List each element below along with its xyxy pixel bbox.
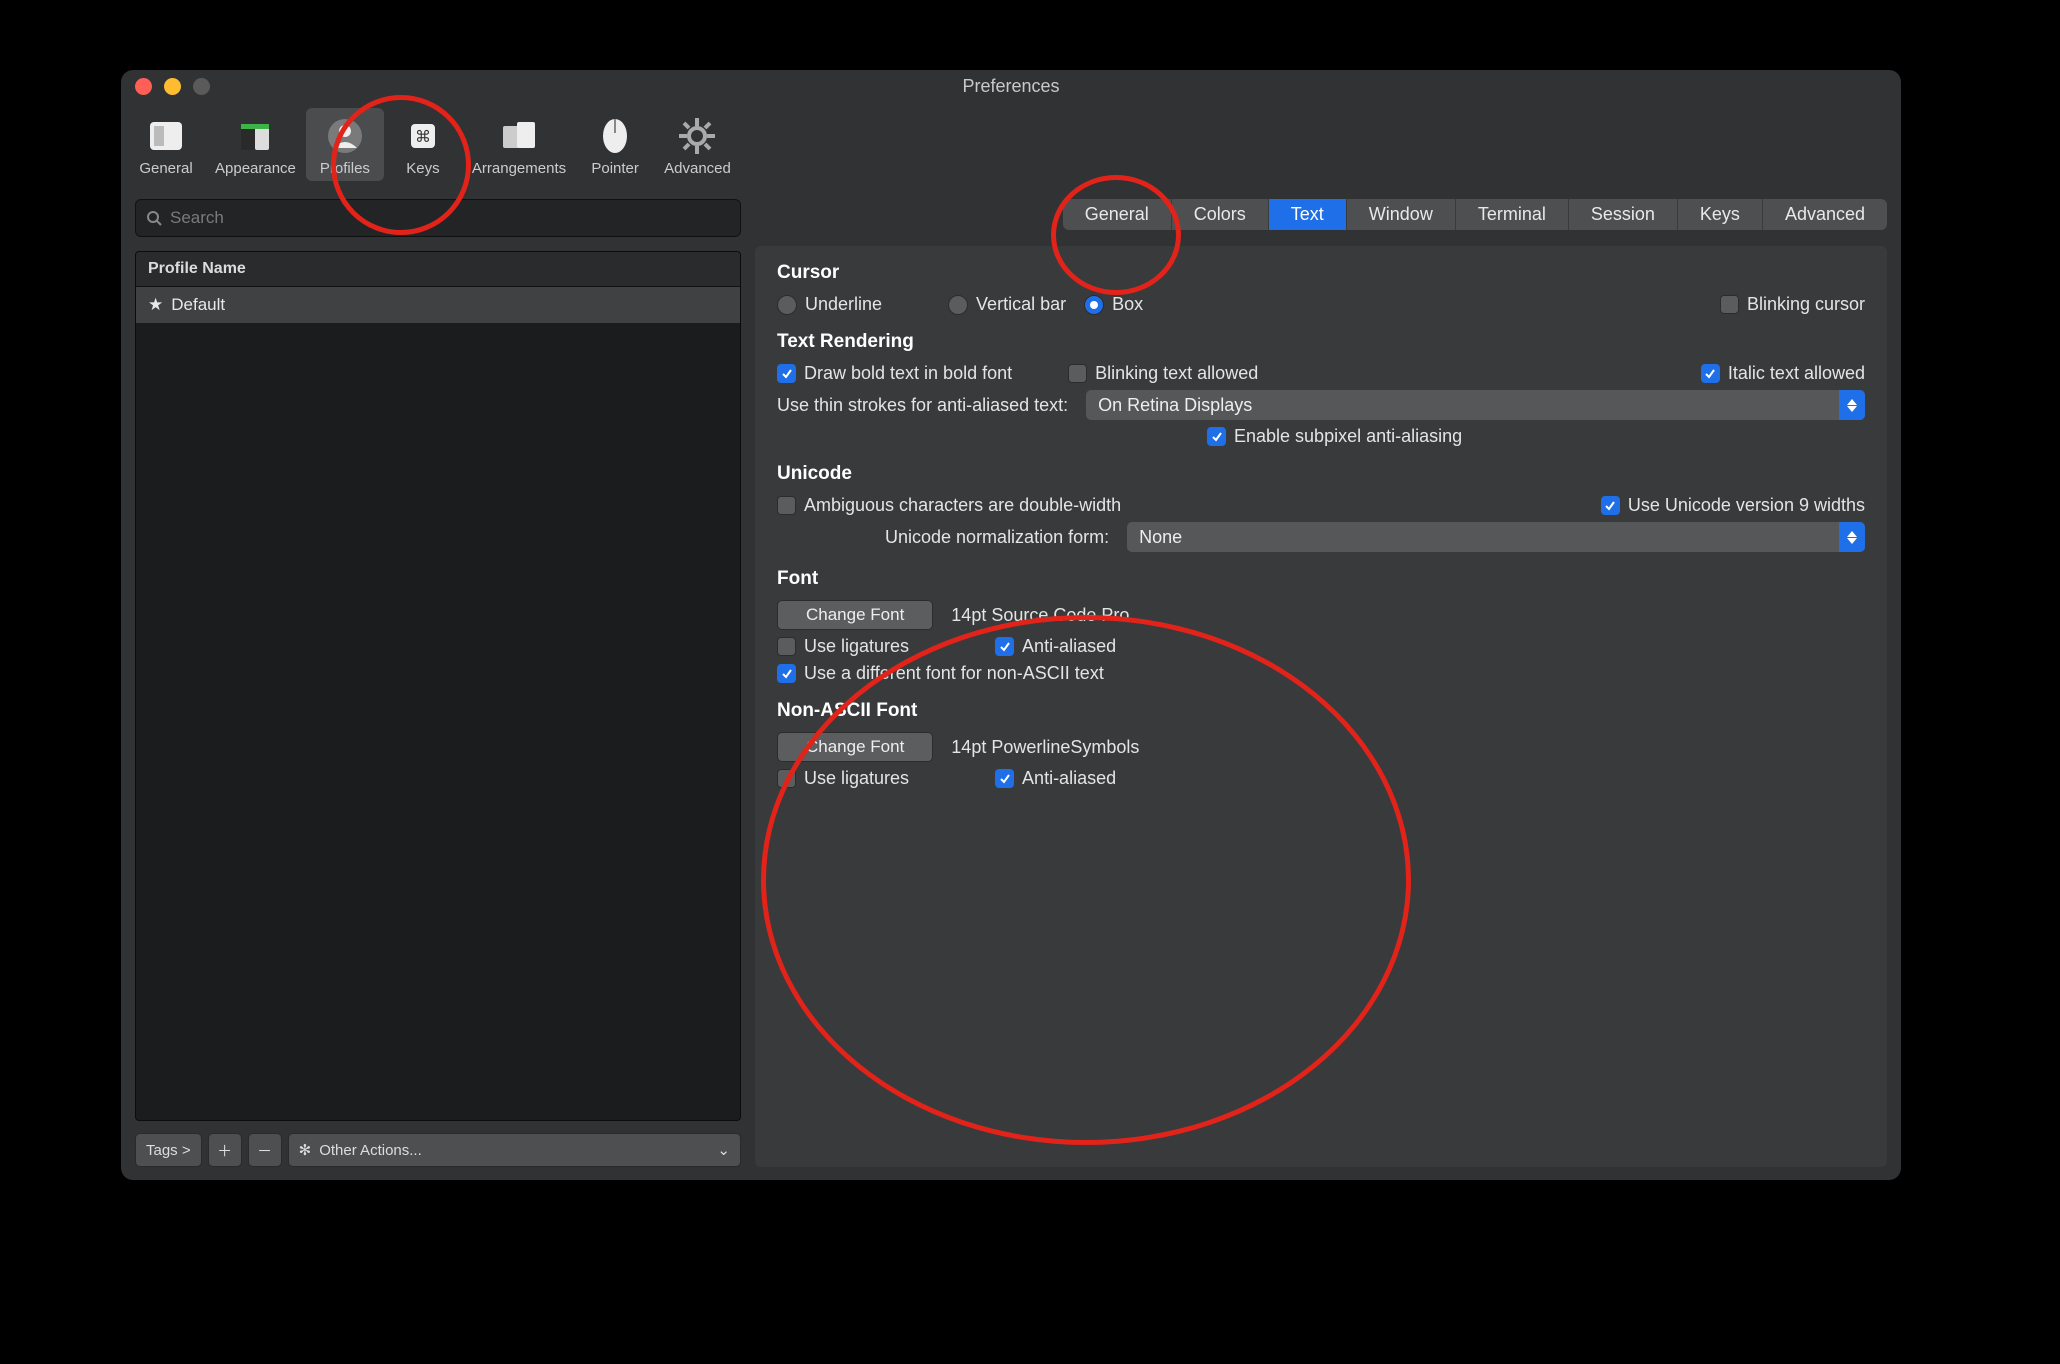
toolbar-item-appearance[interactable]: Appearance	[205, 108, 306, 181]
toolbar-item-pointer[interactable]: Pointer	[576, 108, 654, 181]
minimize-button[interactable]	[164, 78, 181, 95]
non-ascii-current: 14pt PowerlineSymbols	[951, 737, 1139, 758]
toolbar-label: Advanced	[664, 160, 731, 177]
titlebar: Preferences	[121, 70, 1901, 102]
chevron-down-icon: ⌄	[717, 1141, 730, 1159]
profile-name: Default	[171, 295, 225, 315]
toolbar: General Appearance Profiles ⌘ Keys Arran…	[121, 102, 1901, 191]
italic-checkbox[interactable]: Italic text allowed	[1701, 363, 1865, 384]
general-icon	[144, 114, 188, 158]
add-profile-button[interactable]: ＋	[208, 1133, 242, 1167]
body: Profile Name ★ Default Tags > ＋ － ✻ Othe…	[121, 191, 1901, 1181]
tab-general[interactable]: General	[1063, 199, 1172, 230]
cursor-box-radio[interactable]: Box	[1084, 294, 1143, 315]
text-panel: Cursor Underline Vertical bar Box Blinki…	[755, 246, 1887, 1167]
subpixel-checkbox[interactable]: Enable subpixel anti-aliasing	[1207, 426, 1462, 447]
tags-button[interactable]: Tags >	[135, 1133, 202, 1167]
star-icon: ★	[148, 295, 163, 315]
profile-row-default[interactable]: ★ Default	[136, 287, 740, 323]
close-button[interactable]	[135, 78, 152, 95]
font-aa-checkbox[interactable]: Anti-aliased	[995, 636, 1116, 657]
gear-icon: ✻	[299, 1141, 312, 1159]
non-ascii-ligatures-checkbox[interactable]: Use ligatures	[777, 768, 909, 789]
unicode-v9-checkbox[interactable]: Use Unicode version 9 widths	[1601, 495, 1865, 516]
toolbar-label: Pointer	[591, 160, 639, 177]
zoom-button[interactable]	[193, 78, 210, 95]
sidebar-bottom: Tags > ＋ － ✻ Other Actions... ⌄	[135, 1133, 741, 1167]
tab-window[interactable]: Window	[1347, 199, 1456, 230]
keys-icon: ⌘	[401, 114, 445, 158]
preferences-window: Preferences General Appearance Profiles …	[121, 70, 1901, 1180]
traffic-lights	[135, 78, 210, 95]
cursor-vertical-radio[interactable]: Vertical bar	[948, 294, 1066, 315]
change-font-button[interactable]: Change Font	[777, 600, 933, 630]
diff-font-checkbox[interactable]: Use a different font for non-ASCII text	[777, 663, 1104, 684]
advanced-icon	[675, 114, 719, 158]
toolbar-label: Keys	[406, 160, 439, 177]
profile-list-header: Profile Name	[136, 252, 740, 287]
change-non-ascii-font-button[interactable]: Change Font	[777, 732, 933, 762]
rendering-heading: Text Rendering	[777, 331, 1865, 353]
svg-text:⌘: ⌘	[415, 129, 431, 146]
ambiguous-checkbox[interactable]: Ambiguous characters are double-width	[777, 495, 1121, 516]
appearance-icon	[233, 114, 277, 158]
search-icon	[146, 210, 162, 226]
tab-text[interactable]: Text	[1269, 199, 1347, 230]
sidebar: Profile Name ★ Default Tags > ＋ － ✻ Othe…	[135, 199, 741, 1167]
norm-label: Unicode normalization form:	[885, 527, 1109, 548]
font-heading: Font	[777, 568, 1865, 590]
tab-advanced[interactable]: Advanced	[1763, 199, 1887, 230]
tab-terminal[interactable]: Terminal	[1456, 199, 1569, 230]
font-ligatures-checkbox[interactable]: Use ligatures	[777, 636, 909, 657]
tab-colors[interactable]: Colors	[1172, 199, 1269, 230]
select-arrows-icon	[1839, 390, 1865, 420]
font-current: 14pt Source Code Pro	[951, 605, 1129, 626]
norm-select[interactable]: None	[1127, 522, 1865, 552]
toolbar-item-general[interactable]: General	[127, 108, 205, 181]
remove-profile-button[interactable]: －	[248, 1133, 282, 1167]
blinking-cursor-checkbox[interactable]: Blinking cursor	[1720, 294, 1865, 315]
profiles-icon	[323, 114, 367, 158]
toolbar-item-keys[interactable]: ⌘ Keys	[384, 108, 462, 181]
profile-tabs: General Colors Text Window Terminal Sess…	[1063, 199, 1887, 230]
unicode-heading: Unicode	[777, 463, 1865, 485]
toolbar-item-advanced[interactable]: Advanced	[654, 108, 741, 181]
select-arrows-icon	[1839, 522, 1865, 552]
toolbar-label: General	[139, 160, 192, 177]
search-field[interactable]	[135, 199, 741, 237]
pointer-icon	[593, 114, 637, 158]
cursor-heading: Cursor	[777, 262, 1865, 284]
other-actions-button[interactable]: ✻ Other Actions... ⌄	[288, 1133, 741, 1167]
thin-strokes-label: Use thin strokes for anti-aliased text:	[777, 395, 1068, 416]
arrangements-icon	[497, 114, 541, 158]
toolbar-label: Profiles	[320, 160, 370, 177]
profile-list: Profile Name ★ Default	[135, 251, 741, 1121]
bold-checkbox[interactable]: Draw bold text in bold font	[777, 363, 1012, 384]
tab-session[interactable]: Session	[1569, 199, 1678, 230]
non-ascii-aa-checkbox[interactable]: Anti-aliased	[995, 768, 1116, 789]
non-ascii-heading: Non-ASCII Font	[777, 700, 1865, 722]
detail-pane: General Colors Text Window Terminal Sess…	[755, 199, 1887, 1167]
toolbar-item-arrangements[interactable]: Arrangements	[462, 108, 576, 181]
window-title: Preferences	[121, 76, 1901, 97]
blinking-text-checkbox[interactable]: Blinking text allowed	[1068, 363, 1258, 384]
cursor-underline-radio[interactable]: Underline	[777, 294, 882, 315]
toolbar-item-profiles[interactable]: Profiles	[306, 108, 384, 181]
toolbar-label: Arrangements	[472, 160, 566, 177]
tab-keys[interactable]: Keys	[1678, 199, 1763, 230]
thin-strokes-select[interactable]: On Retina Displays	[1086, 390, 1865, 420]
search-input[interactable]	[170, 208, 730, 228]
toolbar-label: Appearance	[215, 160, 296, 177]
